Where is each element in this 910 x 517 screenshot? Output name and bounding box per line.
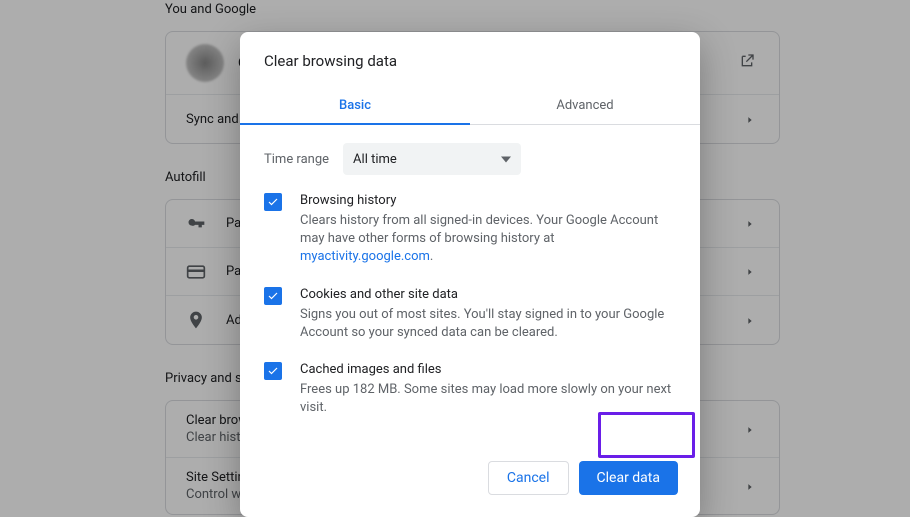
myactivity-link[interactable]: myactivity.google.com	[300, 249, 430, 264]
clear-browsing-data-dialog: Clear browsing data Basic Advanced Time …	[240, 32, 700, 517]
option-desc: Frees up 182 MB. Some sites may load mor…	[300, 381, 676, 417]
dropdown-triangle-icon	[501, 152, 511, 167]
time-range-select[interactable]: All time	[343, 143, 521, 175]
tab-advanced[interactable]: Advanced	[470, 86, 700, 124]
option-desc: Clears history from all signed-in device…	[300, 212, 676, 267]
tab-basic[interactable]: Basic	[240, 86, 470, 124]
option-title: Cached images and files	[300, 362, 676, 377]
option-title: Cookies and other site data	[300, 287, 676, 302]
clear-data-button[interactable]: Clear data	[579, 461, 678, 495]
checkbox-cached[interactable]	[264, 362, 282, 380]
checkbox-cookies[interactable]	[264, 287, 282, 305]
dialog-title: Clear browsing data	[264, 52, 676, 70]
time-range-value: All time	[353, 152, 397, 167]
option-title: Browsing history	[300, 193, 676, 208]
option-desc: Signs you out of most sites. You'll stay…	[300, 306, 676, 342]
dialog-tabs: Basic Advanced	[240, 86, 700, 125]
time-range-label: Time range	[264, 152, 329, 167]
cancel-button[interactable]: Cancel	[488, 461, 569, 495]
option-cookies: Cookies and other site data Signs you ou…	[264, 287, 676, 342]
checkbox-browsing-history[interactable]	[264, 193, 282, 211]
option-cached: Cached images and files Frees up 182 MB.…	[264, 362, 676, 417]
option-browsing-history: Browsing history Clears history from all…	[264, 193, 676, 267]
